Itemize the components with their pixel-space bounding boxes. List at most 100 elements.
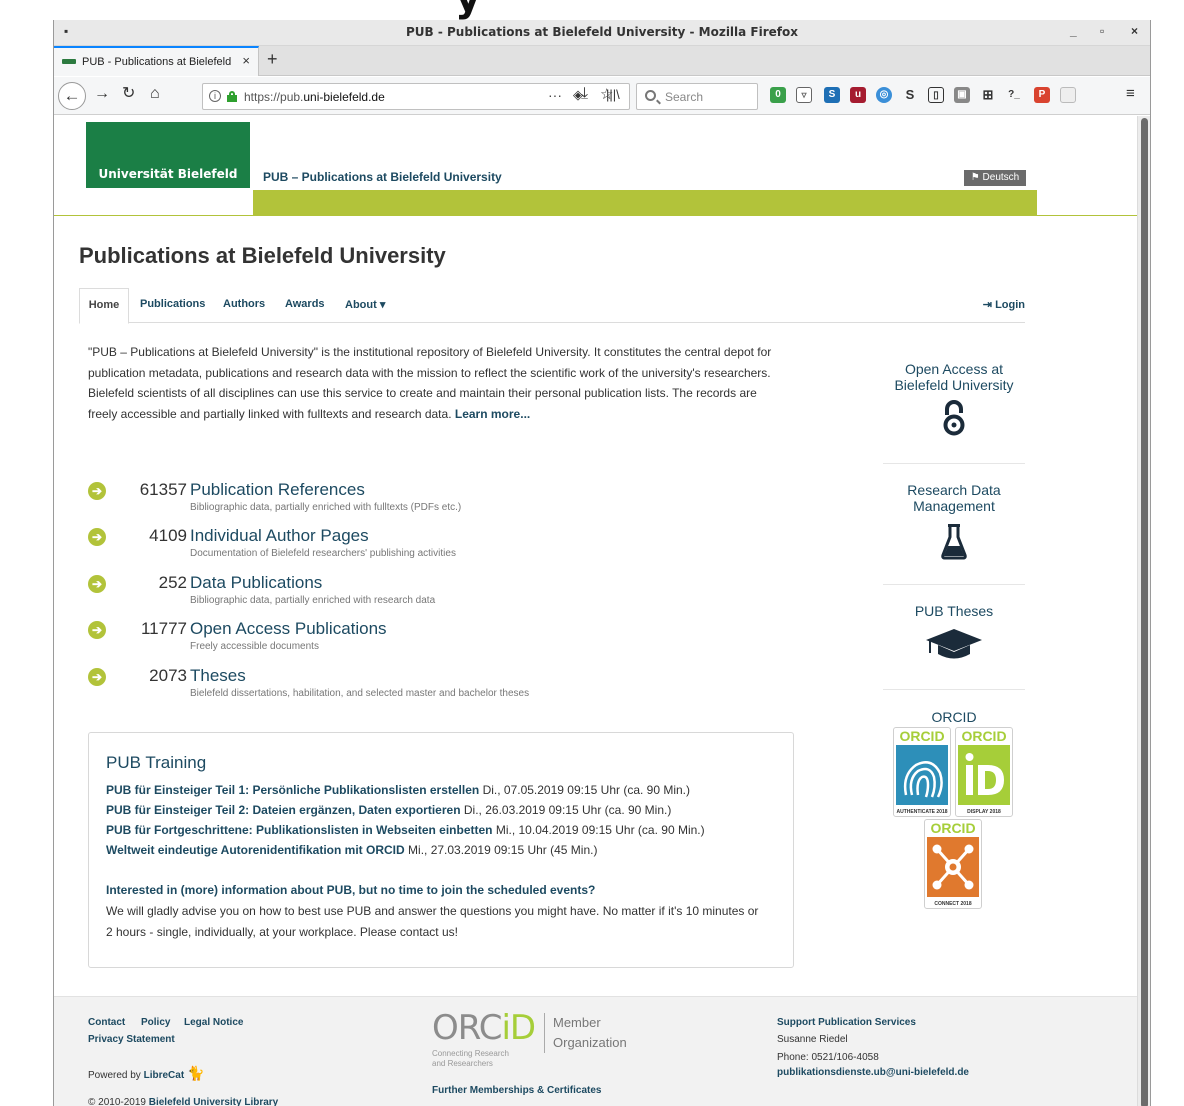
browser-tab[interactable]: PUB - Publications at Bielefeld Universi… xyxy=(54,46,259,76)
orcid-id-icon xyxy=(958,745,1010,805)
stat-row: ➔ 4109 Individual Author Pages Documenta… xyxy=(88,524,788,564)
info-icon[interactable]: i xyxy=(209,90,221,102)
training-link[interactable]: PUB für Fortgeschrittene: Publikationsli… xyxy=(106,823,493,837)
stat-link[interactable]: Publication References xyxy=(190,480,365,500)
support-phone: Phone: 0521/106-4058 xyxy=(777,1052,879,1063)
learn-more-link[interactable]: Learn more... xyxy=(455,407,530,421)
lock-icon[interactable] xyxy=(227,91,237,102)
home-button[interactable]: ⌂ xyxy=(150,86,160,102)
site-name[interactable]: PUB – Publications at Bielefeld Universi… xyxy=(263,170,502,184)
orcid-connect-badge[interactable]: ORCID CONNECT 2018 xyxy=(924,819,982,909)
url-bar[interactable]: i https://pub.uni-bielefeld.de ··· ◈ ☆ xyxy=(202,83,630,110)
tab-close-icon[interactable]: × xyxy=(242,53,250,68)
stat-row: ➔ 61357 Publication References Bibliogra… xyxy=(88,478,788,518)
extension-icon-2[interactable]: ▿ xyxy=(796,87,812,103)
page-content: Universität Bielefeld PUB – Publications… xyxy=(54,116,1138,1106)
stat-description: Documentation of Bielefeld researchers' … xyxy=(190,548,456,559)
legal-notice-link[interactable]: Legal Notice xyxy=(184,1017,243,1028)
maximize-button[interactable]: ▫ xyxy=(1100,24,1104,38)
research-data-label: Research Data Management xyxy=(907,482,1001,514)
arrow-circle-right-icon: ➔ xyxy=(88,621,106,639)
favicon-icon xyxy=(62,59,76,64)
fingerprint-icon xyxy=(896,745,948,805)
policy-link[interactable]: Policy xyxy=(141,1017,170,1028)
training-info-title: Interested in (more) information about P… xyxy=(106,883,596,897)
intro-text: "PUB – Publications at Bielefeld Univers… xyxy=(88,345,772,421)
tab-awards[interactable]: Awards xyxy=(285,298,325,310)
tab-about-dropdown[interactable]: About ▾ xyxy=(345,298,385,311)
support-name: Susanne Riedel xyxy=(777,1034,848,1045)
extension-icon-6[interactable]: S xyxy=(902,87,918,103)
orcid-member-label: Member Organization xyxy=(544,1013,627,1053)
new-tab-button[interactable]: + xyxy=(267,49,278,70)
extension-icon-7[interactable]: ▯ xyxy=(928,87,944,103)
librecat-link[interactable]: LibreCat xyxy=(144,1070,185,1081)
back-button[interactable]: ← xyxy=(58,82,86,110)
url-text[interactable]: https://pub.uni-bielefeld.de xyxy=(244,90,385,104)
extension-icon-12[interactable] xyxy=(1060,87,1076,103)
stat-row: ➔ 2073 Theses Bielefeld dissertations, h… xyxy=(88,664,788,704)
training-item: PUB für Fortgeschrittene: Publikationsli… xyxy=(106,823,705,837)
training-item: Weltweit eindeutige Autorenidentifikatio… xyxy=(106,843,598,857)
privacy-statement-link[interactable]: Privacy Statement xyxy=(88,1034,175,1045)
tab-publications[interactable]: Publications xyxy=(140,298,205,310)
copyright: © 2010-2019 Bielefeld University Library xyxy=(88,1097,279,1106)
stat-link[interactable]: Data Publications xyxy=(190,573,322,593)
page-actions-menu[interactable]: ··· xyxy=(548,87,562,103)
search-icon xyxy=(645,90,656,101)
flask-icon xyxy=(941,524,967,560)
page-fragment-text: y xyxy=(455,0,481,18)
language-switch-button[interactable]: ⚑ Deutsch xyxy=(964,170,1026,186)
ublock-icon[interactable]: u xyxy=(850,87,866,103)
minimize-button[interactable]: _ xyxy=(1070,24,1077,38)
research-data-block[interactable]: Research Data Management xyxy=(883,465,1025,585)
stat-number: 11777 xyxy=(140,619,187,638)
reload-button[interactable]: ↻ xyxy=(122,86,135,102)
header-divider xyxy=(54,215,1138,216)
stat-number: 4109 xyxy=(149,526,187,545)
tab-authors[interactable]: Authors xyxy=(223,298,265,310)
training-link[interactable]: Weltweit eindeutige Autorenidentifikatio… xyxy=(106,843,405,857)
extension-icon-9[interactable]: ⊞ xyxy=(980,87,996,103)
title-bar: ▪ PUB - Publications at Bielefeld Univer… xyxy=(54,20,1150,46)
stat-description: Freely accessible documents xyxy=(190,641,319,652)
downloads-icon[interactable]: ⤓ xyxy=(581,86,588,102)
contact-link[interactable]: Contact xyxy=(88,1017,125,1028)
librecat-logo-icon: 🐈 xyxy=(186,1065,205,1081)
powered-by: Powered by LibreCat 🐈 xyxy=(88,1065,205,1081)
extension-icon-3[interactable]: S xyxy=(824,87,840,103)
page-scrollbar[interactable] xyxy=(1137,116,1150,1106)
training-title: PUB Training xyxy=(106,753,207,772)
orcid-authenticate-badge[interactable]: ORCID AUTHENTICATE 2018 xyxy=(893,727,951,817)
extension-icon-8[interactable]: ▣ xyxy=(954,87,970,103)
stat-row: ➔ 11777 Open Access Publications Freely … xyxy=(88,617,788,657)
login-link[interactable]: ⇥ Login xyxy=(983,298,1025,311)
further-memberships-link[interactable]: Further Memberships & Certificates xyxy=(432,1085,602,1096)
extension-icon-10[interactable]: ?_ xyxy=(1006,87,1022,103)
close-window-button[interactable]: × xyxy=(1131,24,1138,38)
training-link[interactable]: PUB für Einsteiger Teil 1: Persönliche P… xyxy=(106,783,479,797)
library-icon[interactable]: |||\ xyxy=(606,88,620,101)
orcid-block[interactable]: ORCID ORCID AUTHENTICATE 2018 ORCID DISP… xyxy=(883,691,1025,931)
stat-link[interactable]: Individual Author Pages xyxy=(190,526,369,546)
forward-button[interactable]: → xyxy=(94,86,110,102)
orcid-display-badge[interactable]: ORCID DISPLAY 2018 xyxy=(955,727,1013,817)
extension-icon-1[interactable]: 0 xyxy=(770,87,786,103)
extension-icon-11[interactable]: P xyxy=(1034,87,1050,103)
tab-home[interactable]: Home xyxy=(79,288,129,324)
support-email-link[interactable]: publikationsdienste.ub@uni-bielefeld.de xyxy=(777,1067,969,1078)
training-link[interactable]: PUB für Einsteiger Teil 2: Dateien ergän… xyxy=(106,803,461,817)
university-logo[interactable]: Universität Bielefeld xyxy=(86,122,250,188)
search-box[interactable]: Search xyxy=(636,83,758,110)
theses-block[interactable]: PUB Theses xyxy=(883,586,1025,690)
stat-link[interactable]: Theses xyxy=(190,666,246,686)
extension-icon-5[interactable]: ◎ xyxy=(876,87,892,103)
library-link[interactable]: Bielefeld University Library xyxy=(149,1097,279,1106)
graduation-cap-icon xyxy=(926,629,982,659)
stat-description: Bibliographic data, partially enriched w… xyxy=(190,595,436,606)
orcid-logo[interactable]: ORCiD xyxy=(432,1011,536,1045)
open-access-block[interactable]: Open Access at Bielefeld University xyxy=(883,344,1025,464)
stat-link[interactable]: Open Access Publications xyxy=(190,619,387,639)
scrollbar-thumb[interactable] xyxy=(1141,118,1148,1106)
hamburger-menu-icon[interactable]: ≡ xyxy=(1126,86,1135,101)
